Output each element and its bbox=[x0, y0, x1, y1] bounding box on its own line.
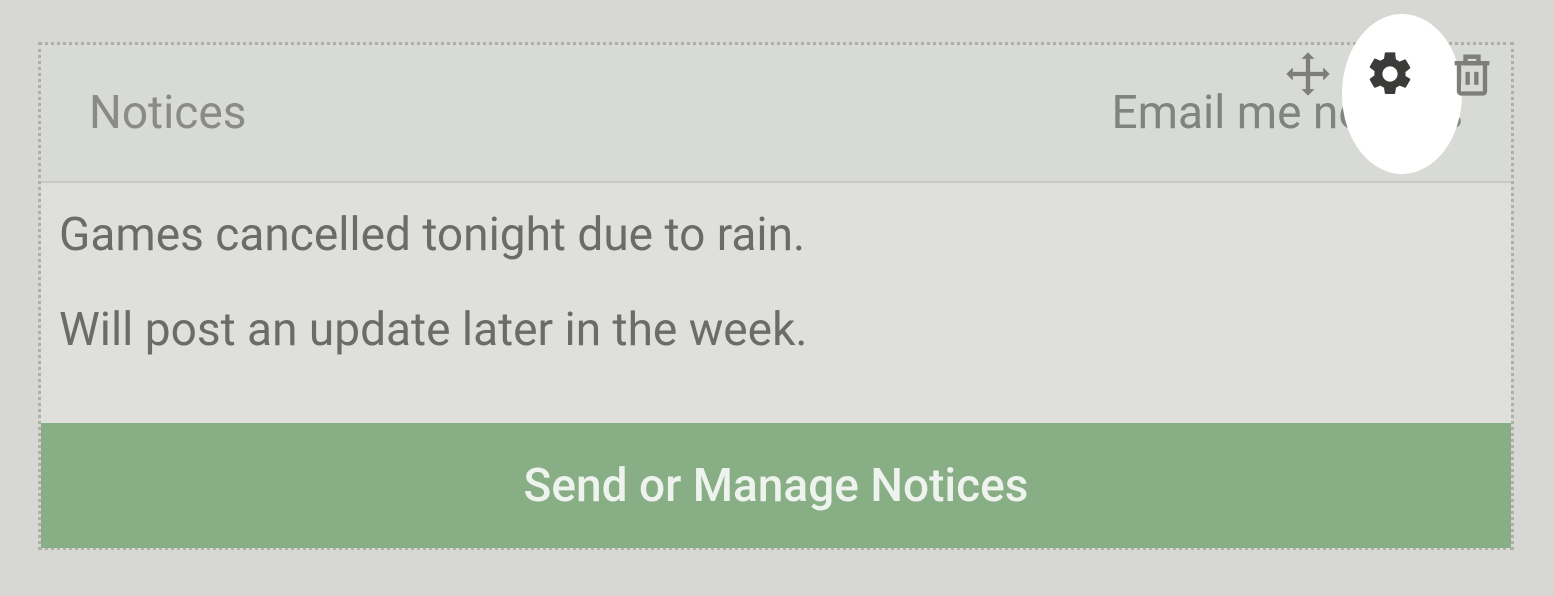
widget-title: Notices bbox=[89, 86, 247, 140]
trash-icon[interactable] bbox=[1446, 48, 1498, 100]
widget-toolbar bbox=[1282, 48, 1498, 100]
notice-text: Will post an update later in the week. bbox=[59, 304, 1493, 357]
move-icon[interactable] bbox=[1282, 48, 1334, 100]
gear-icon[interactable] bbox=[1364, 48, 1416, 100]
send-or-manage-notices-button[interactable]: Send or Manage Notices bbox=[41, 423, 1511, 548]
notices-widget: Notices Email me notices Games cancelled… bbox=[38, 42, 1514, 550]
notice-text: Games cancelled tonight due to rain. bbox=[59, 209, 1493, 262]
widget-body: Games cancelled tonight due to rain. Wil… bbox=[41, 183, 1511, 423]
